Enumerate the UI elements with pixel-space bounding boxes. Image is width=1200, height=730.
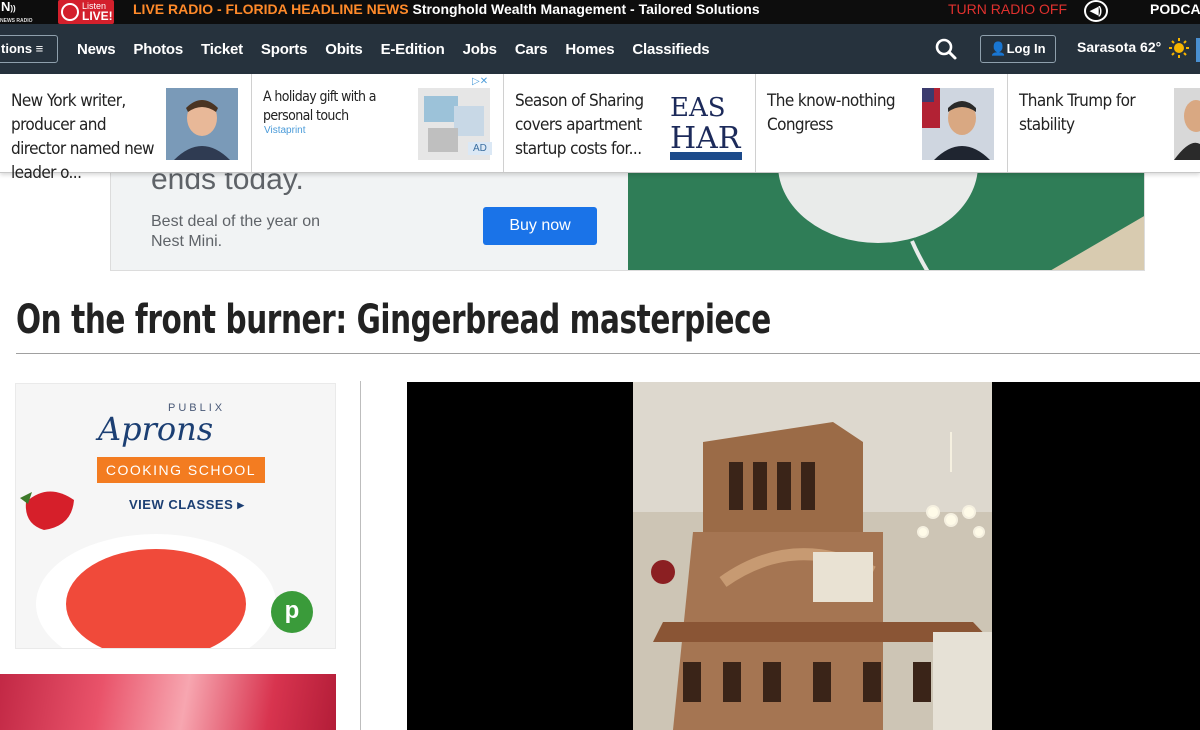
radio-bar: N)) NEWS RADIO Listen LIVE! LIVE RADIO -… (0, 0, 1200, 24)
live-label: LIVE! (82, 9, 113, 23)
buy-now-button[interactable]: Buy now (483, 207, 597, 245)
nav-item-obits[interactable]: Obits (316, 41, 371, 58)
rec-card-title: The know-nothing Congress (767, 91, 896, 135)
rec-card[interactable]: Thank Trump for stability (1008, 74, 1200, 172)
video-player[interactable] (407, 382, 1200, 730)
rec-card[interactable]: New York writer, producer and director n… (0, 74, 252, 183)
title-divider (16, 353, 1200, 354)
svg-text:HARI: HARI (670, 121, 742, 156)
search-icon[interactable] (934, 37, 958, 61)
recommendation-strip: New York writer, producer and director n… (0, 74, 1200, 183)
flower-ad-image[interactable] (0, 674, 336, 730)
column-divider (360, 381, 361, 730)
gingerbread-house-image (633, 382, 992, 730)
nav-item-jobs[interactable]: Jobs (454, 41, 506, 58)
station-logo[interactable]: N)) NEWS RADIO (0, 0, 33, 24)
live-radio-label: LIVE RADIO - FLORIDA HEADLINE NEWS (133, 1, 409, 17)
adchoices-icon[interactable]: ▷✕ (472, 76, 488, 87)
rec-card-ad[interactable]: A holiday gift with a personal touch Vis… (252, 74, 504, 172)
rec-card-thumbnail (922, 88, 994, 160)
cooking-school-badge: COOKING SCHOOL (97, 457, 265, 483)
nav-item-classifieds[interactable]: Classifieds (623, 41, 718, 58)
rec-card-sponsor: Vistaprint (264, 125, 306, 136)
svg-text:EAS: EAS (670, 93, 726, 123)
headphones-icon (61, 3, 79, 21)
publix-logo: p (271, 591, 313, 633)
rec-card-title: New York writer, producer and director n… (11, 91, 155, 183)
rec-card[interactable]: Season of Sharing covers apartment start… (504, 74, 756, 172)
sun-icon (1169, 38, 1189, 58)
nav-item-e-edition[interactable]: E-Edition (372, 41, 454, 58)
strawberry-image (20, 491, 74, 530)
nav-item-photos[interactable]: Photos (124, 41, 192, 58)
live-radio-sponsor: Stronghold Wealth Management - Tailored … (412, 1, 760, 17)
rec-card-title: Thank Trump for stability (1019, 91, 1136, 135)
podcasts-link[interactable]: PODCAS (1150, 1, 1200, 17)
nav-item-sports[interactable]: Sports (252, 41, 316, 58)
nav-item-ticket[interactable]: Ticket (192, 41, 252, 58)
ad-brand-big: Aprons (98, 410, 214, 448)
listen-live-button[interactable]: Listen LIVE! (58, 0, 114, 24)
rec-card-thumbnail (1174, 88, 1200, 160)
login-button[interactable]: 👤Log In (980, 35, 1056, 63)
rec-card-title: A holiday gift with a personal touch (263, 89, 377, 124)
publix-aprons-ad[interactable]: PUBLIX Aprons COOKING SCHOOL VIEW CLASSE… (15, 383, 336, 649)
soup-image (66, 549, 246, 648)
main-nav: tions ≡ News Photos Ticket Sports Obits … (0, 24, 1200, 74)
rec-card-thumbnail: EAS HARI (670, 88, 742, 160)
sections-menu-button[interactable]: tions ≡ (0, 35, 58, 63)
logo-text: N (1, 0, 11, 14)
ad-badge: AD (468, 142, 492, 155)
nav-item-news[interactable]: News (68, 41, 124, 58)
rec-card-title: Season of Sharing covers apartment start… (515, 91, 644, 159)
turn-radio-off-button[interactable]: TURN RADIO OFF (948, 1, 1067, 17)
live-radio-ticker[interactable]: LIVE RADIO - FLORIDA HEADLINE NEWS Stron… (133, 1, 760, 17)
nav-item-homes[interactable]: Homes (556, 41, 623, 58)
ad-subtext: Best deal of the year on Nest Mini. (151, 213, 320, 250)
view-classes-link[interactable]: VIEW CLASSES ▸ (129, 497, 244, 513)
article-title: On the front burner: Gingerbread masterp… (16, 297, 771, 343)
volume-icon[interactable]: ◀) (1084, 0, 1108, 22)
rec-card[interactable]: The know-nothing Congress (756, 74, 1008, 172)
rec-card-thumbnail (166, 88, 238, 160)
user-icon: 👤 (990, 41, 1007, 56)
login-label: Log In (1006, 41, 1046, 56)
nav-item-cars[interactable]: Cars (506, 41, 557, 58)
nav-menu: News Photos Ticket Sports Obits E-Editio… (68, 24, 718, 74)
subscribe-edge[interactable] (1196, 38, 1200, 62)
weather-readout[interactable]: Sarasota 62° (1077, 39, 1161, 55)
